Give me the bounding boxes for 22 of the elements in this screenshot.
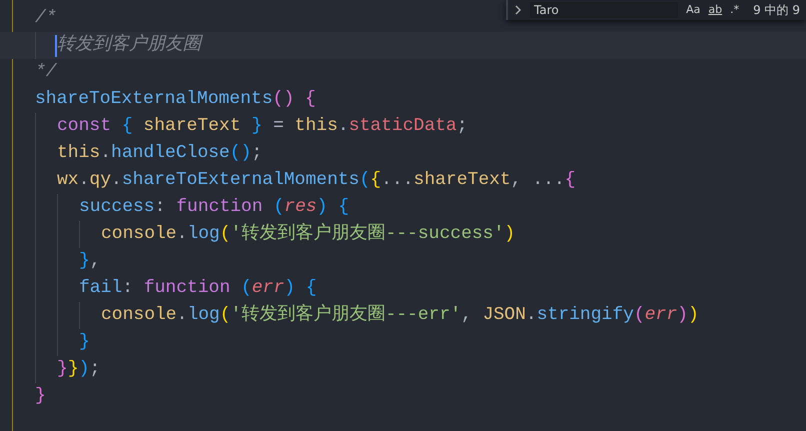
code-line: console.log('转发到客户朋友圈---err', JSON.stringify(err)) [101,302,699,327]
code-line: /* [35,7,57,30]
code-line: } [35,385,46,408]
code-line: }, [79,250,101,273]
find-option-toggle[interactable]: .* [730,2,740,18]
code-line: */ [35,61,57,84]
code-line: 转发到客户朋友圈 [57,32,201,57]
code-line: const { shareText } = this.staticData; [57,115,468,138]
code-line: } [79,331,90,354]
code-line: this.handleClose(); [57,142,262,165]
match-count: 9 中的 9 [753,2,800,18]
find-option-toggle[interactable]: Aa [686,2,700,18]
code-editor[interactable] [0,0,806,431]
code-line: shareToExternalMoments() { [35,88,316,111]
code-line: success: function (res) { [79,196,350,219]
chevron-icon[interactable] [514,5,522,15]
code-line: fail: function (err) { [79,277,317,300]
code-line: wx.qy.shareToExternalMoments({...shareText, ...{ [57,169,576,192]
search-field[interactable]: Taro [530,2,678,18]
code-line: }}); [57,358,100,381]
find-option-toggle[interactable]: ab [708,2,722,18]
code-line: console.log('转发到客户朋友圈---success') [101,222,516,246]
